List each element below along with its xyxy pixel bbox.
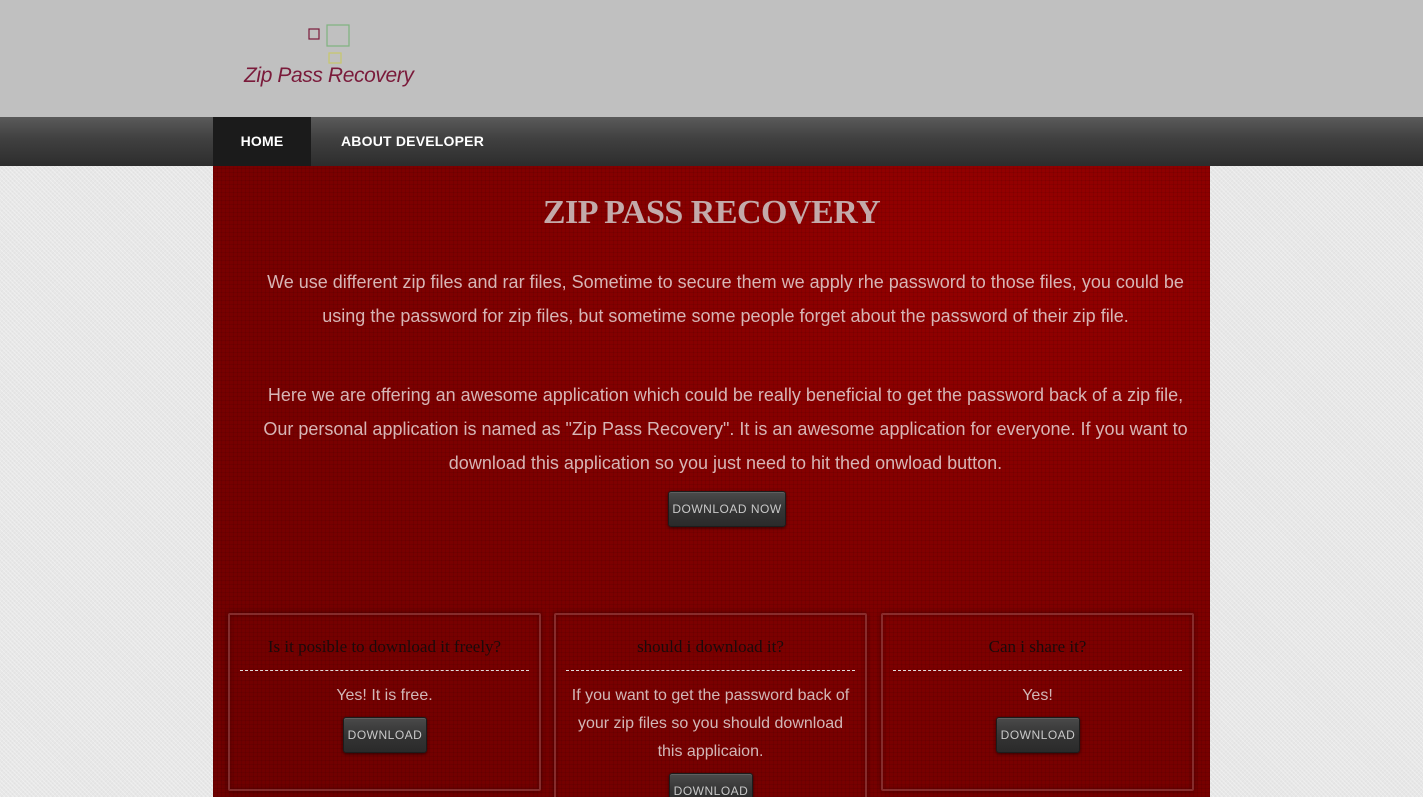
offer-paragraph: Here we are offering an awesome applicat… <box>263 385 1188 473</box>
faq-card-free: Is it posible to download it freely? Yes… <box>228 613 541 791</box>
card-text: Yes! <box>1022 687 1053 704</box>
intro-paragraph: We use different zip files and rar files… <box>267 272 1184 326</box>
card-title: should i download it? <box>637 637 784 656</box>
site-header: Zip Pass Recovery <box>0 0 1423 117</box>
main-content: ZIP PASS RECOVERY We use different zip f… <box>213 166 1210 797</box>
logo-text: Zip Pass Recovery <box>244 64 414 87</box>
faq-card-share: Can i share it? Yes! DOWNLOAD <box>881 613 1194 791</box>
card-download-button[interactable]: DOWNLOAD <box>343 717 427 753</box>
card-divider <box>566 670 855 671</box>
card-download-button[interactable]: DOWNLOAD <box>669 773 753 797</box>
download-now-button[interactable]: DOWNLOAD NOW <box>668 491 786 527</box>
page-title: ZIP PASS RECOVERY <box>542 194 881 231</box>
card-title: Can i share it? <box>988 637 1087 656</box>
faq-card-should-download: should i download it? If you want to get… <box>554 613 867 797</box>
card-divider <box>240 670 529 671</box>
card-text: Yes! It is free. <box>336 687 433 704</box>
nav-home[interactable]: HOME <box>213 117 311 166</box>
main-nav: HOME ABOUT DEVELOPER <box>0 117 1423 166</box>
nav-about-developer[interactable]: ABOUT DEVELOPER <box>341 117 484 166</box>
card-title: Is it posible to download it freely? <box>267 637 502 656</box>
card-text: If you want to get the password back of … <box>571 687 850 760</box>
card-download-button[interactable]: DOWNLOAD <box>996 717 1080 753</box>
card-divider <box>893 670 1182 671</box>
logo-squares-icon <box>308 24 350 64</box>
site-logo[interactable]: Zip Pass Recovery <box>244 24 424 94</box>
